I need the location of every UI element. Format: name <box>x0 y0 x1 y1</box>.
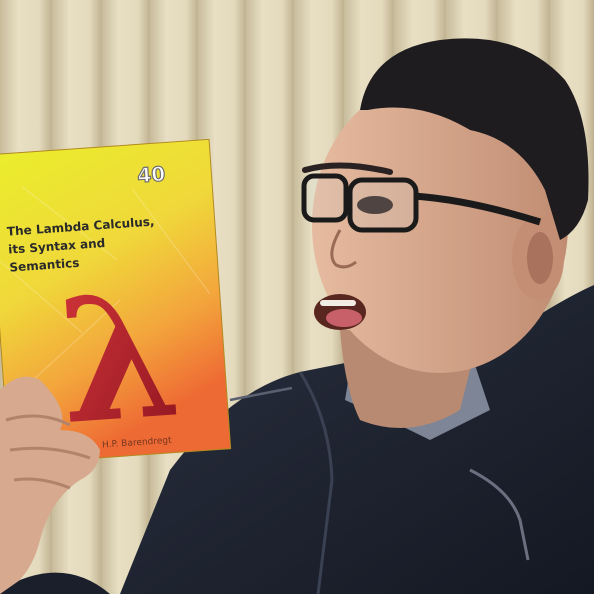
photo-scene: 40 The Lambda Calculus, its Syntax and S… <box>0 0 594 594</box>
photo-illustration: 40 The Lambda Calculus, its Syntax and S… <box>0 0 594 594</box>
series-number: 40 <box>137 162 166 188</box>
